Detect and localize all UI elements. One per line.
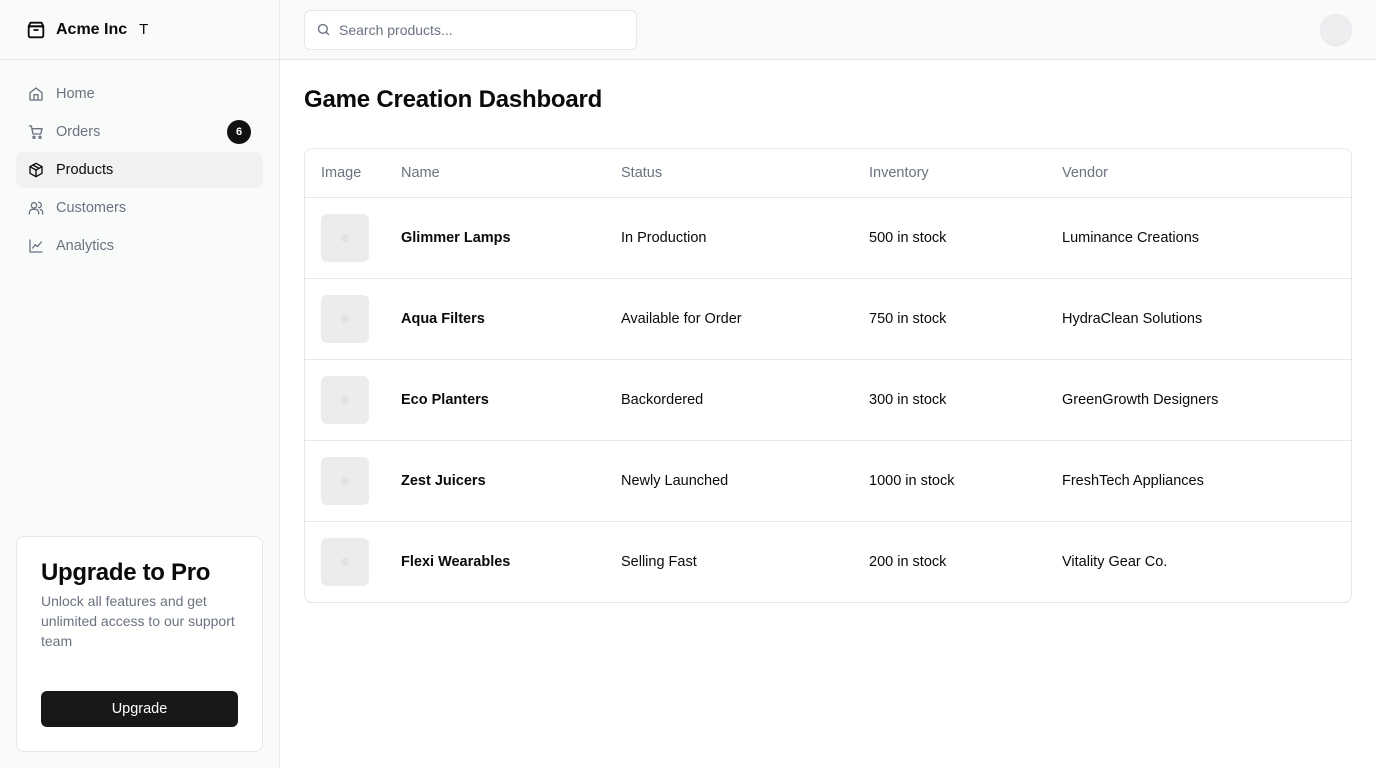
image-placeholder-icon	[341, 314, 349, 323]
product-image	[321, 294, 369, 343]
main-area: Game Creation Dashboard Image Name Statu…	[280, 0, 1376, 768]
sidebar-item-label: Products	[56, 162, 114, 178]
sidebar-item-label: Customers	[56, 200, 127, 216]
product-image	[321, 456, 369, 505]
table-row[interactable]: Glimmer Lamps In Production 500 in stock…	[305, 197, 1351, 279]
brand-extra-text: T	[139, 21, 149, 38]
sidebar-item-analytics[interactable]: Analytics	[16, 228, 263, 264]
sidebar-item-home[interactable]: Home	[16, 76, 263, 112]
product-name: Flexi Wearables	[401, 553, 511, 570]
app-root: Acme Inc T Home Orders 6 Products Custom…	[0, 0, 1376, 768]
orders-count-badge: 6	[227, 120, 251, 144]
product-status: In Production	[605, 197, 853, 279]
line-chart-icon	[28, 238, 44, 254]
cart-icon	[28, 124, 44, 140]
content: Game Creation Dashboard Image Name Statu…	[280, 60, 1376, 603]
image-cell	[305, 521, 385, 602]
column-header-image[interactable]: Image	[305, 149, 385, 198]
image-cell	[305, 440, 385, 522]
image-placeholder-icon	[341, 557, 349, 566]
product-name: Aqua Filters	[385, 278, 605, 360]
image-cell	[305, 359, 385, 441]
package-icon	[28, 162, 44, 178]
brand[interactable]: Acme Inc T	[0, 0, 279, 60]
sidebar-item-label: Orders	[56, 124, 101, 140]
product-vendor: GreenGrowth Designers	[1046, 359, 1351, 441]
product-status: Available for Order	[605, 278, 853, 360]
image-placeholder-icon	[341, 233, 349, 242]
product-vendor: HydraClean Solutions	[1046, 278, 1351, 360]
product-vendor: Luminance Creations	[1046, 197, 1351, 279]
product-inventory: 750 in stock	[853, 278, 1046, 360]
sidebar: Acme Inc T Home Orders 6 Products Custom…	[0, 0, 280, 768]
search-input[interactable]	[339, 21, 619, 38]
table-row[interactable]: Aqua Filters Available for Order 750 in …	[305, 278, 1351, 360]
table-header-row: Image Name Status Inventory Vendor	[305, 149, 1351, 198]
column-header-name[interactable]: Name	[385, 149, 605, 198]
brand-name: Acme Inc	[56, 20, 128, 38]
sidebar-item-orders[interactable]: Orders 6	[16, 114, 263, 150]
product-image	[321, 213, 369, 262]
products-table: Image Name Status Inventory Vendor Glimm…	[305, 149, 1351, 602]
avatar[interactable]	[1320, 14, 1352, 46]
home-icon	[28, 86, 44, 102]
product-image	[321, 375, 369, 424]
product-inventory: 300 in stock	[853, 359, 1046, 441]
product-inventory: 200 in stock	[869, 553, 947, 570]
image-placeholder-icon	[341, 395, 349, 404]
product-name: Glimmer Lamps	[385, 197, 605, 279]
product-name: Eco Planters	[385, 359, 605, 441]
search-box[interactable]	[304, 9, 637, 50]
upgrade-title: Upgrade to Pro	[41, 559, 211, 586]
product-status: Newly Launched	[605, 440, 853, 522]
upgrade-card: Upgrade to Pro Unlock all features and g…	[16, 536, 263, 752]
product-name: Zest Juicers	[385, 440, 605, 522]
table-row[interactable]: Flexi Wearables Selling Fast 200 in stoc…	[305, 521, 1351, 602]
upgrade-button[interactable]: Upgrade	[41, 691, 238, 727]
column-header-vendor[interactable]: Vendor	[1046, 149, 1351, 198]
sidebar-item-label: Home	[56, 86, 95, 102]
search-icon	[316, 22, 331, 37]
image-placeholder-icon	[341, 476, 349, 485]
column-header-inventory[interactable]: Inventory	[853, 149, 1046, 198]
sidebar-item-customers[interactable]: Customers	[16, 190, 263, 226]
image-cell	[305, 278, 385, 360]
table-row[interactable]: Zest Juicers Newly Launched 1000 in stoc…	[305, 440, 1351, 522]
product-inventory: 1000 in stock	[853, 440, 1046, 522]
product-vendor: FreshTech Appliances	[1046, 440, 1351, 522]
package-icon	[25, 19, 47, 41]
sidebar-nav: Home Orders 6 Products Customers Analyti…	[0, 60, 279, 266]
image-cell	[305, 197, 385, 279]
product-inventory: 500 in stock	[853, 197, 1046, 279]
sidebar-item-products[interactable]: Products	[16, 152, 263, 188]
table-row[interactable]: Eco Planters Backordered 300 in stock Gr…	[305, 359, 1351, 441]
column-header-status[interactable]: Status	[605, 149, 853, 198]
product-status: Backordered	[605, 359, 853, 441]
sidebar-item-label: Analytics	[56, 238, 115, 254]
products-table-card: Image Name Status Inventory Vendor Glimm…	[304, 148, 1352, 603]
top-bar	[280, 0, 1376, 60]
product-status: Selling Fast	[621, 553, 697, 570]
page-title: Game Creation Dashboard	[304, 86, 603, 113]
upgrade-description: Unlock all features and get unlimited ac…	[41, 593, 235, 649]
product-vendor: Vitality Gear Co.	[1062, 553, 1168, 570]
users-icon	[28, 200, 44, 216]
product-image	[321, 537, 369, 586]
